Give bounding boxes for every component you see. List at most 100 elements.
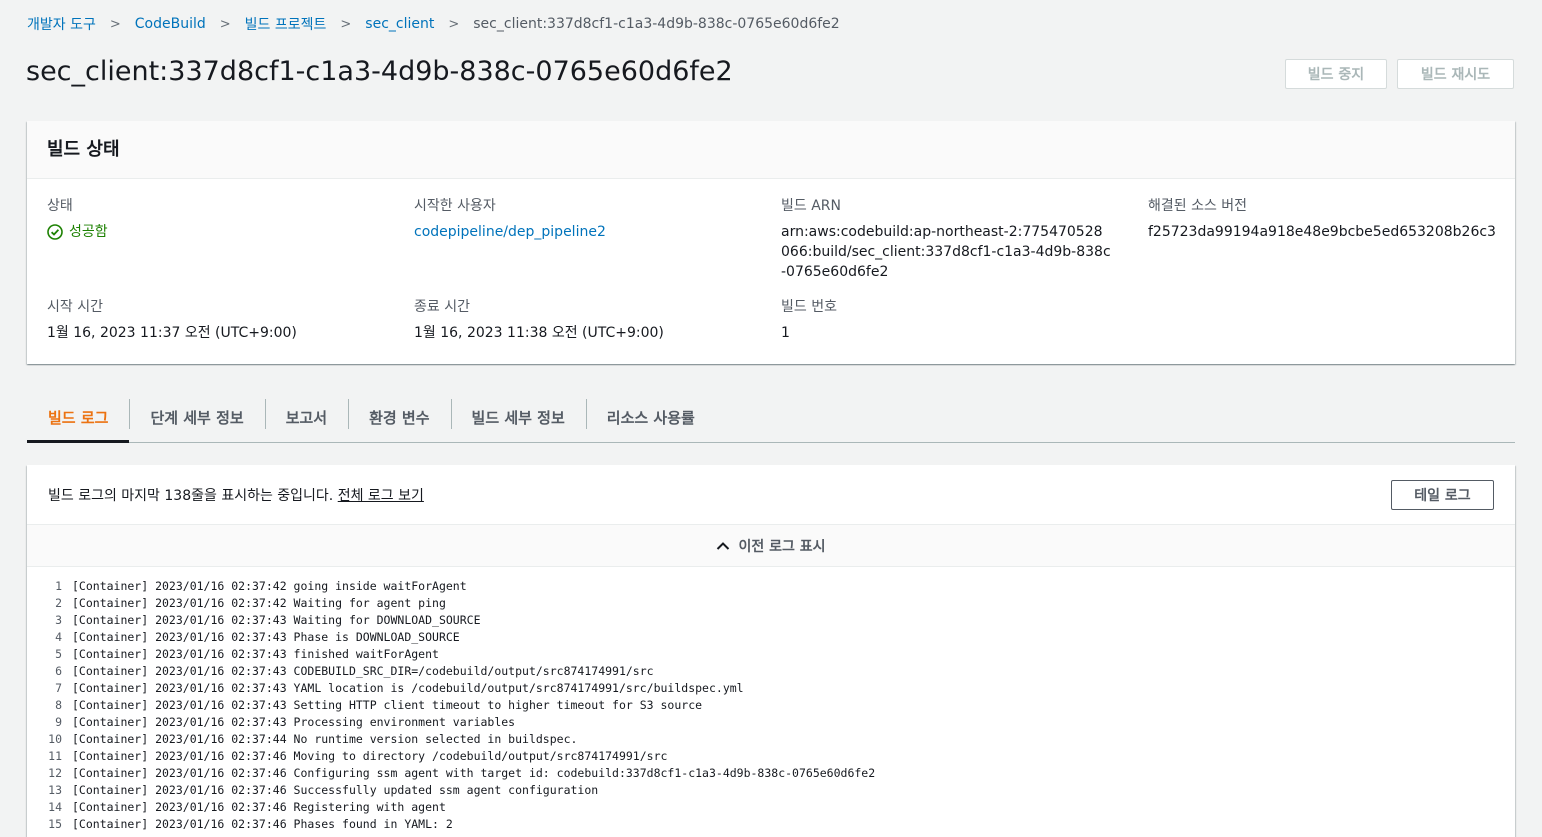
start-time-field: 시작 시간 1월 16, 2023 11:37 오전 (UTC+9:00) [47, 296, 414, 343]
log-line: 2 [Container] 2023/01/16 02:37:42 Waiting… [27, 595, 1515, 612]
log-line-text: [Container] 2023/01/16 02:37:42 going in… [72, 579, 467, 593]
log-summary: 빌드 로그의 마지막 138줄을 표시하는 중입니다. 전체 로그 보기 [48, 485, 424, 505]
tab-build-logs[interactable]: 빌드 로그 [27, 392, 130, 443]
status-badge: 성공함 [47, 222, 414, 242]
log-line-number: 5 [55, 647, 62, 661]
status-grid: 상태 성공함 시작한 사용자 codepipeline/dep_pipeline… [27, 179, 1515, 343]
log-line-text: [Container] 2023/01/16 02:37:43 YAML loc… [72, 681, 744, 695]
log-line: 6 [Container] 2023/01/16 02:37:43 CODEBUI… [27, 663, 1515, 680]
log-line: 13 [Container] 2023/01/16 02:37:46 Succes… [27, 782, 1515, 799]
status-label: 상태 [47, 198, 73, 214]
view-full-log-link[interactable]: 전체 로그 보기 [338, 488, 424, 504]
log-line: 14 [Container] 2023/01/16 02:37:46 Regist… [27, 799, 1515, 816]
tab-environment-variables[interactable]: 환경 변수 [348, 392, 450, 442]
panel-title: 빌드 상태 [27, 121, 1515, 179]
header-actions: 빌드 중지 빌드 재시도 [1285, 59, 1514, 89]
initiator-link[interactable]: codepipeline/dep_pipeline2 [414, 222, 781, 242]
log-line: 5 [Container] 2023/01/16 02:37:43 finishe… [27, 646, 1515, 663]
start-time-value: 1월 16, 2023 11:37 오전 (UTC+9:00) [47, 325, 297, 341]
log-line-number: 7 [55, 681, 62, 695]
log-line-number: 2 [55, 596, 62, 610]
tab-build-details[interactable]: 빌드 세부 정보 [450, 392, 586, 442]
log-line-number: 11 [48, 749, 62, 763]
tab-reports[interactable]: 보고서 [264, 392, 348, 442]
log-line: 10 [Container] 2023/01/16 02:37:44 No run… [27, 731, 1515, 748]
log-line-text: [Container] 2023/01/16 02:37:42 Waiting … [72, 596, 446, 610]
log-lines: 1 [Container] 2023/01/16 02:37:42 going i… [27, 567, 1515, 833]
log-line-number: 8 [55, 698, 62, 712]
log-line-text: [Container] 2023/01/16 02:37:46 Moving t… [72, 749, 668, 763]
show-previous-logs-button[interactable]: 이전 로그 표시 [27, 525, 1515, 567]
source-version-value: f25723da99194a918e48e9bcbe5ed653208b26c3 [1148, 224, 1496, 240]
log-line: 8 [Container] 2023/01/16 02:37:43 Setting… [27, 697, 1515, 714]
start-time-label: 시작 시간 [47, 299, 103, 315]
log-line-text: [Container] 2023/01/16 02:37:43 Processi… [72, 715, 516, 729]
breadcrumb: 개발자 도구 > CodeBuild > 빌드 프로젝트 > sec_clien… [27, 14, 840, 34]
source-version-label: 해결된 소스 버전 [1148, 198, 1248, 214]
log-line-text: [Container] 2023/01/16 02:37:43 Setting … [72, 698, 703, 712]
log-line-number: 9 [55, 715, 62, 729]
source-version-field: 해결된 소스 버전 f25723da99194a918e48e9bcbe5ed6… [1148, 195, 1515, 282]
end-time-label: 종료 시간 [414, 299, 470, 315]
stop-build-button[interactable]: 빌드 중지 [1285, 59, 1387, 89]
chevron-right-icon: > [109, 16, 121, 32]
log-line: 11 [Container] 2023/01/16 02:37:46 Moving… [27, 748, 1515, 765]
arn-field: 빌드 ARN arn:aws:codebuild:ap-northeast-2:… [781, 195, 1148, 282]
page-title: sec_client:337d8cf1-c1a3-4d9b-838c-0765e… [26, 56, 733, 87]
log-line-text: [Container] 2023/01/16 02:37:46 Register… [72, 800, 446, 814]
chevron-right-icon: > [340, 16, 352, 32]
retry-build-button[interactable]: 빌드 재시도 [1397, 59, 1514, 89]
log-line-number: 13 [48, 783, 62, 797]
log-line: 1 [Container] 2023/01/16 02:37:42 going i… [27, 578, 1515, 595]
log-line-number: 6 [55, 664, 62, 678]
log-header: 빌드 로그의 마지막 138줄을 표시하는 중입니다. 전체 로그 보기 테일 … [27, 465, 1515, 525]
log-line-text: [Container] 2023/01/16 02:37:46 Phases f… [72, 817, 453, 831]
build-number-label: 빌드 번호 [781, 299, 837, 315]
breadcrumb-build-projects[interactable]: 빌드 프로젝트 [245, 14, 327, 34]
log-line-text: [Container] 2023/01/16 02:37:43 Phase is… [72, 630, 460, 644]
log-line: 7 [Container] 2023/01/16 02:37:43 YAML lo… [27, 680, 1515, 697]
breadcrumb-developer-tools[interactable]: 개발자 도구 [27, 14, 96, 34]
tab-bar: 빌드 로그 단계 세부 정보 보고서 환경 변수 빌드 세부 정보 리소스 사용… [27, 392, 1515, 443]
status-field: 상태 성공함 [47, 195, 414, 282]
log-line-text: [Container] 2023/01/16 02:37:43 Waiting … [72, 613, 481, 627]
log-line-number: 15 [48, 817, 62, 831]
breadcrumb-codebuild[interactable]: CodeBuild [135, 16, 206, 32]
log-line-text: [Container] 2023/01/16 02:37:44 No runti… [72, 732, 578, 746]
breadcrumb-project[interactable]: sec_client [365, 16, 434, 32]
initiator-label: 시작한 사용자 [414, 198, 496, 214]
log-summary-text: 빌드 로그의 마지막 138줄을 표시하는 중입니다. [48, 487, 338, 504]
log-line-text: [Container] 2023/01/16 02:37:43 finished… [72, 647, 439, 661]
initiator-field: 시작한 사용자 codepipeline/dep_pipeline2 [414, 195, 781, 282]
log-line: 12 [Container] 2023/01/16 02:37:46 Config… [27, 765, 1515, 782]
chevron-right-icon: > [448, 16, 460, 32]
log-line: 15 [Container] 2023/01/16 02:37:46 Phases… [27, 816, 1515, 833]
check-circle-icon [47, 224, 63, 240]
log-line: 4 [Container] 2023/01/16 02:37:43 Phase i… [27, 629, 1515, 646]
build-number-value: 1 [781, 325, 790, 341]
tab-resource-utilization[interactable]: 리소스 사용률 [585, 392, 716, 442]
chevron-right-icon: > [219, 16, 231, 32]
breadcrumb-current: sec_client:337d8cf1-c1a3-4d9b-838c-0765e… [473, 16, 840, 32]
log-line-number: 3 [55, 613, 62, 627]
status-value: 성공함 [69, 224, 108, 240]
arn-value: arn:aws:codebuild:ap-northeast-2:7754705… [781, 224, 1111, 280]
end-time-field: 종료 시간 1월 16, 2023 11:38 오전 (UTC+9:00) [414, 296, 781, 343]
tail-logs-button[interactable]: 테일 로그 [1391, 479, 1494, 510]
log-line: 3 [Container] 2023/01/16 02:37:43 Waiting… [27, 612, 1515, 629]
log-line-text: [Container] 2023/01/16 02:37:46 Successf… [72, 783, 599, 797]
build-status-panel: 빌드 상태 상태 성공함 시작한 사용자 codepipeline/dep_pi… [27, 121, 1515, 364]
log-line-number: 4 [55, 630, 62, 644]
log-line-number: 12 [48, 766, 62, 780]
log-line-number: 10 [48, 732, 62, 746]
tab-phase-details[interactable]: 단계 세부 정보 [129, 392, 264, 442]
arn-label: 빌드 ARN [781, 198, 841, 214]
build-log-panel: 빌드 로그의 마지막 138줄을 표시하는 중입니다. 전체 로그 보기 테일 … [27, 465, 1515, 837]
end-time-value: 1월 16, 2023 11:38 오전 (UTC+9:00) [414, 325, 664, 341]
log-line-number: 14 [48, 800, 62, 814]
log-line-number: 1 [55, 579, 62, 593]
log-line-text: [Container] 2023/01/16 02:37:43 CODEBUIL… [72, 664, 654, 678]
show-previous-logs-label: 이전 로그 표시 [738, 538, 826, 555]
build-number-field: 빌드 번호 1 [781, 296, 1148, 343]
log-line-text: [Container] 2023/01/16 02:37:46 Configur… [72, 766, 876, 780]
